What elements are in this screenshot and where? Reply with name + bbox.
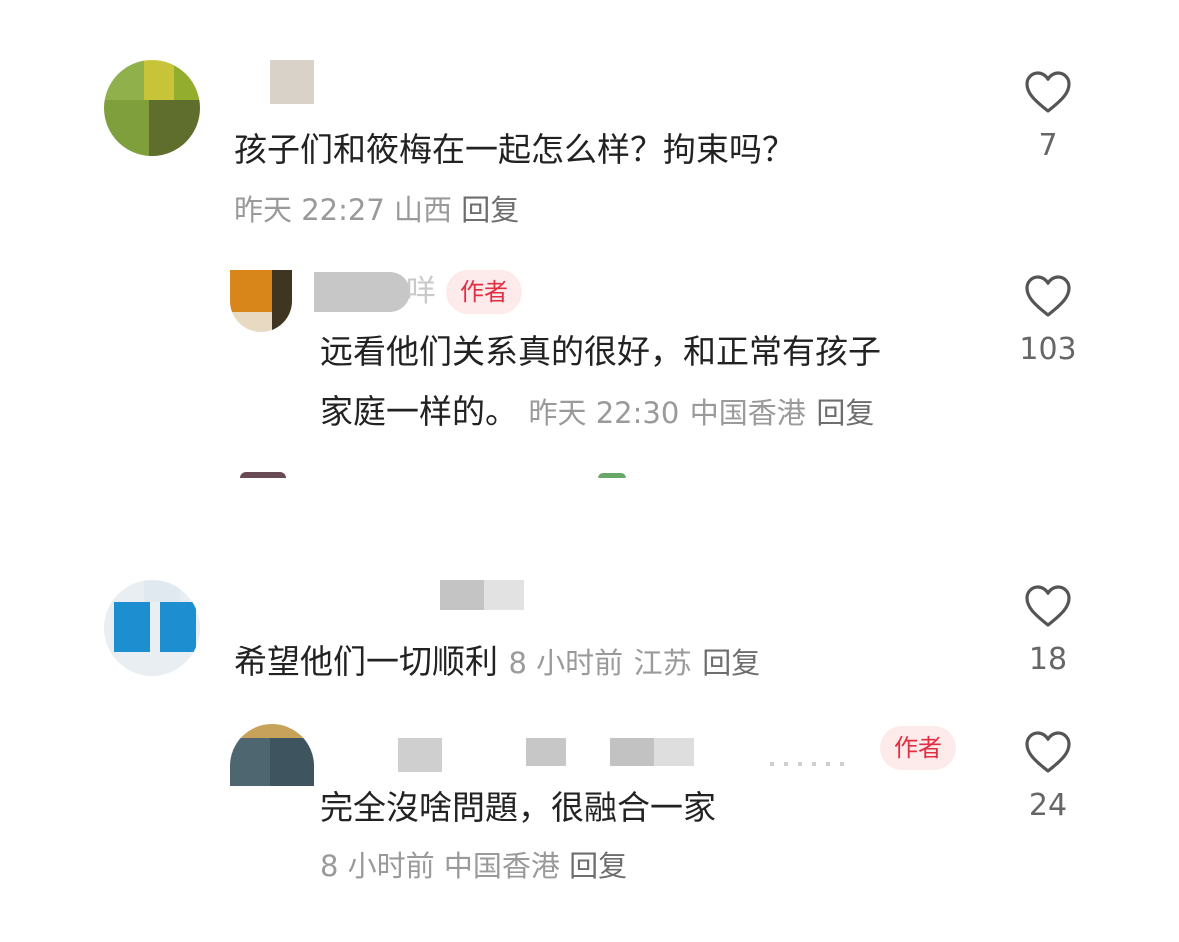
comment-meta: 昨天 22:27 山西 回复 [234, 186, 519, 234]
username-blurred[interactable] [610, 738, 654, 766]
heart-outline-icon [1025, 585, 1071, 627]
username-blurred[interactable] [654, 738, 694, 766]
like-button[interactable]: 24 [1008, 730, 1088, 823]
username-blurred[interactable] [314, 272, 410, 312]
avatar-mosaic-block [230, 312, 272, 332]
reply-avatar[interactable] [230, 270, 292, 332]
like-button[interactable]: 103 [1008, 274, 1088, 367]
username-blurred[interactable] [770, 762, 854, 766]
comment-text: 孩子们和筱梅在一起怎么样？拘束吗？ [234, 130, 795, 169]
cutoff-avatar [598, 473, 626, 478]
author-badge: 作者 [880, 726, 956, 770]
reply-text: 完全沒啥問題，很融合一家 [320, 788, 716, 827]
username-blurred[interactable] [526, 738, 566, 766]
username-blurred[interactable] [484, 580, 524, 610]
like-count: 103 [1019, 332, 1077, 367]
reply-text-line1: 远看他们关系真的很好，和正常有孩子 [320, 332, 881, 371]
reply-time: 昨天 22:30 [528, 396, 680, 430]
avatar[interactable] [104, 60, 200, 156]
avatar-mosaic-block [104, 60, 144, 100]
heart-outline-icon [1025, 731, 1071, 773]
username-blurred[interactable] [440, 580, 484, 610]
reply-time: 8 小时前 [320, 849, 435, 883]
avatar-mosaic-block [230, 270, 272, 312]
comment-time: 昨天 22:27 [234, 193, 385, 227]
avatar-mosaic-block [144, 580, 180, 602]
reply-button[interactable]: 回复 [702, 646, 760, 680]
heart-outline-icon [1025, 275, 1071, 317]
reply-text-line2: 家庭一样的。 [320, 392, 518, 431]
reply-location: 中国香港 [443, 849, 560, 883]
cutoff-avatar [240, 472, 286, 478]
username-blurred[interactable] [270, 60, 314, 104]
avatar-mosaic-block [149, 100, 200, 156]
comment-time: 8 小时前 [508, 646, 624, 680]
like-count: 24 [1028, 788, 1068, 823]
reply-avatar[interactable] [230, 724, 314, 786]
like-button[interactable]: 18 [1008, 584, 1088, 677]
avatar-mosaic-block [144, 60, 174, 100]
avatar-mosaic-block [230, 738, 270, 786]
reply-button[interactable]: 回复 [461, 193, 519, 227]
avatar-mosaic-block [270, 738, 314, 786]
reply-button[interactable]: 回复 [816, 396, 874, 430]
username-blurred[interactable] [398, 738, 442, 772]
comment-location: 江苏 [633, 646, 692, 680]
comment-text: 希望他们一切顺利 [234, 642, 498, 681]
heart-outline-icon [1025, 71, 1071, 113]
avatar-mosaic-block [114, 602, 150, 652]
comment-with-meta: 希望他们一切顺利 8 小时前 江苏 回复 [234, 638, 760, 687]
avatar-mosaic-block [230, 724, 314, 738]
avatar-mosaic-block [160, 602, 196, 652]
reply-text-line2-with-meta: 家庭一样的。 昨天 22:30 中国香港 回复 [320, 388, 874, 437]
avatar-mosaic-block [104, 100, 149, 156]
username-partial: 咩 [406, 274, 436, 309]
avatar-mosaic-block [174, 60, 200, 100]
like-button[interactable]: 7 [1008, 70, 1088, 163]
avatar-mosaic-block [272, 270, 292, 332]
like-count: 18 [1028, 642, 1068, 677]
reply-button[interactable]: 回复 [569, 849, 627, 883]
comment-location: 山西 [394, 193, 453, 227]
author-badge: 作者 [446, 270, 522, 314]
reply-location: 中国香港 [689, 396, 806, 430]
screenshot-gap [0, 478, 1179, 538]
reply-meta: 8 小时前 中国香港 回复 [320, 842, 627, 890]
like-count: 7 [1038, 128, 1058, 163]
avatar[interactable] [104, 580, 200, 676]
